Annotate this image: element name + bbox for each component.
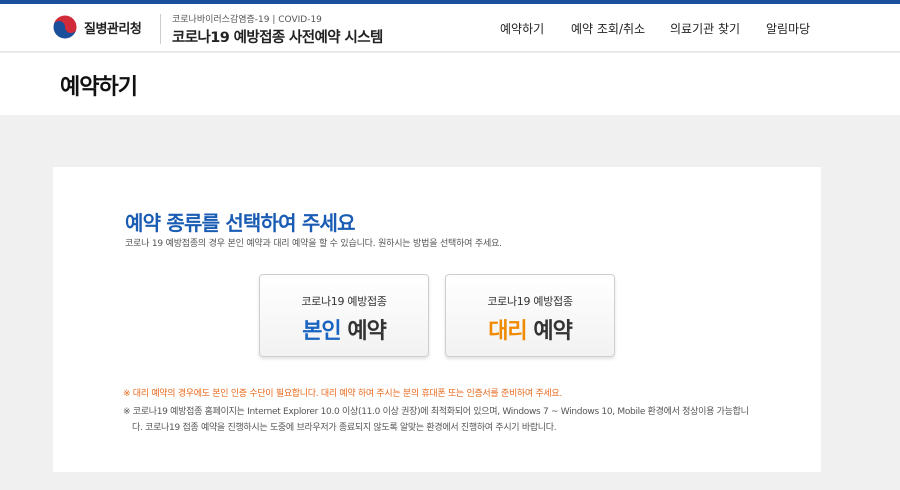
nav-item-lookup-cancel[interactable]: 예약 조회/취소 <box>571 20 645 37</box>
option-highlight: 대리 <box>488 319 527 344</box>
option-subtitle: 코로나19 예방접종 <box>301 295 387 308</box>
org-logo-link[interactable]: 질병관리청 <box>52 13 142 41</box>
nav-item-find-clinic[interactable]: 의료기관 찾기 <box>670 20 740 37</box>
header-subtitle: 코로나바이러스감염증-19 | COVID-19 <box>172 15 322 25</box>
taegeuk-logo-icon <box>52 14 78 40</box>
page-title-band: 예약하기 <box>0 53 900 115</box>
browser-notice-cont: 다. 코로나19 접종 예약을 진행하시는 도중에 브라우저가 종료되지 않도록… <box>132 423 557 433</box>
site-header: 질병관리청 코로나바이러스감염증-19 | COVID-19 코로나19 예방접… <box>0 4 900 52</box>
header-divider <box>160 14 161 44</box>
page-title: 예약하기 <box>60 75 138 100</box>
option-label: 본인 예약 <box>260 313 428 345</box>
browser-notice: ※ 코로나19 예방접종 홈페이지는 Internet Explorer 10.… <box>123 407 749 417</box>
section-heading: 예약 종류를 선택하여 주세요 <box>125 211 356 235</box>
org-name: 질병관리청 <box>84 21 142 37</box>
option-main-text: 예약 <box>526 319 572 344</box>
option-label: 대리 예약 <box>446 313 614 345</box>
section-description: 코로나 19 예방접종의 경우 본인 예약과 대리 예약을 할 수 있습니다. … <box>125 239 502 249</box>
option-highlight: 본인 <box>302 319 341 344</box>
reservation-type-card: 예약 종류를 선택하여 주세요 코로나 19 예방접종의 경우 본인 예약과 대… <box>53 167 821 472</box>
self-reservation-button[interactable]: 코로나19 예방접종 본인 예약 <box>259 274 429 357</box>
option-main-text: 예약 <box>340 319 386 344</box>
option-subtitle: 코로나19 예방접종 <box>487 295 573 308</box>
nav-item-notices[interactable]: 알림마당 <box>766 20 810 37</box>
nav-item-reserve[interactable]: 예약하기 <box>500 20 544 37</box>
proxy-reservation-button[interactable]: 코로나19 예방접종 대리 예약 <box>445 274 615 357</box>
proxy-auth-notice: ※ 대리 예약의 경우에도 본인 인증 수단이 필요합니다. 대리 예약 하여 … <box>123 389 562 399</box>
system-title[interactable]: 코로나19 예방접종 사전예약 시스템 <box>172 26 383 47</box>
